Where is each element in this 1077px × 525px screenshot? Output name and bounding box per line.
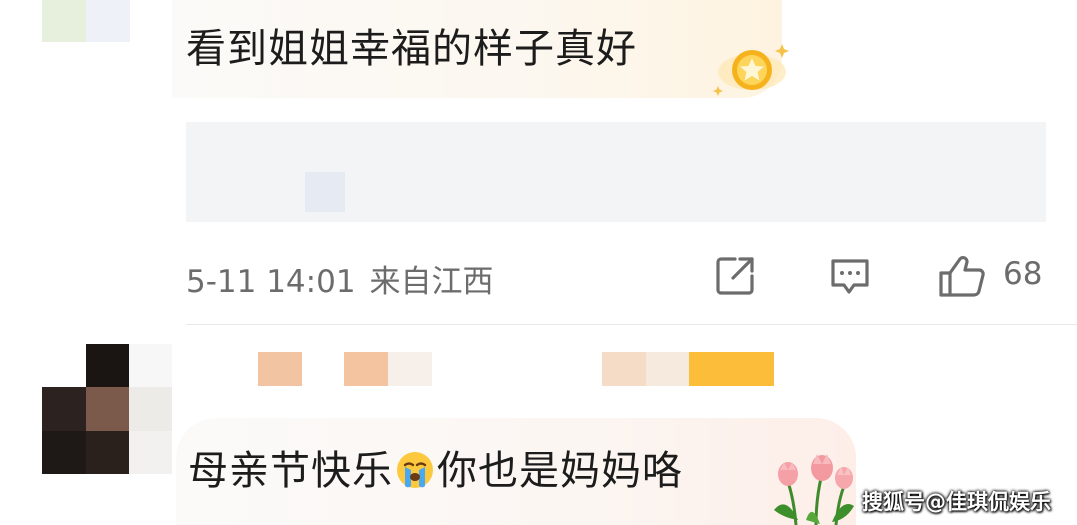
comment-1-meta: 5-11 14:01 来自江西 <box>186 256 494 301</box>
avatar-pixelated-top[interactable] <box>42 0 130 42</box>
quoted-content-thumbnail <box>305 172 345 212</box>
comment-2-text: 母亲节快乐 你也是妈妈咯 <box>188 438 683 496</box>
comment-divider <box>186 324 1077 325</box>
username-mosaic[interactable] <box>258 352 774 386</box>
tulips-sticker-icon <box>774 454 854 525</box>
thumbs-up-icon[interactable] <box>937 254 989 298</box>
comment-2-text-part-1: 母亲节快乐 <box>188 448 393 494</box>
watermark-text: 搜狐号@佳琪侃娱乐 <box>862 490 1051 514</box>
like-count: 68 <box>1003 256 1043 292</box>
crying-face-emoji-icon <box>397 452 433 488</box>
comment-2-text-part-2: 你也是妈妈咯 <box>437 448 683 494</box>
comment-icon[interactable] <box>828 254 872 298</box>
comment-time: 5-11 14:01 <box>186 264 356 300</box>
avatar-pixelated[interactable] <box>42 344 172 474</box>
share-icon[interactable] <box>713 254 757 298</box>
comment-1-text: 看到姐姐幸福的样子真好 <box>186 26 637 72</box>
comment-location: 来自江西 <box>369 264 494 300</box>
star-badge-icon <box>713 44 789 96</box>
